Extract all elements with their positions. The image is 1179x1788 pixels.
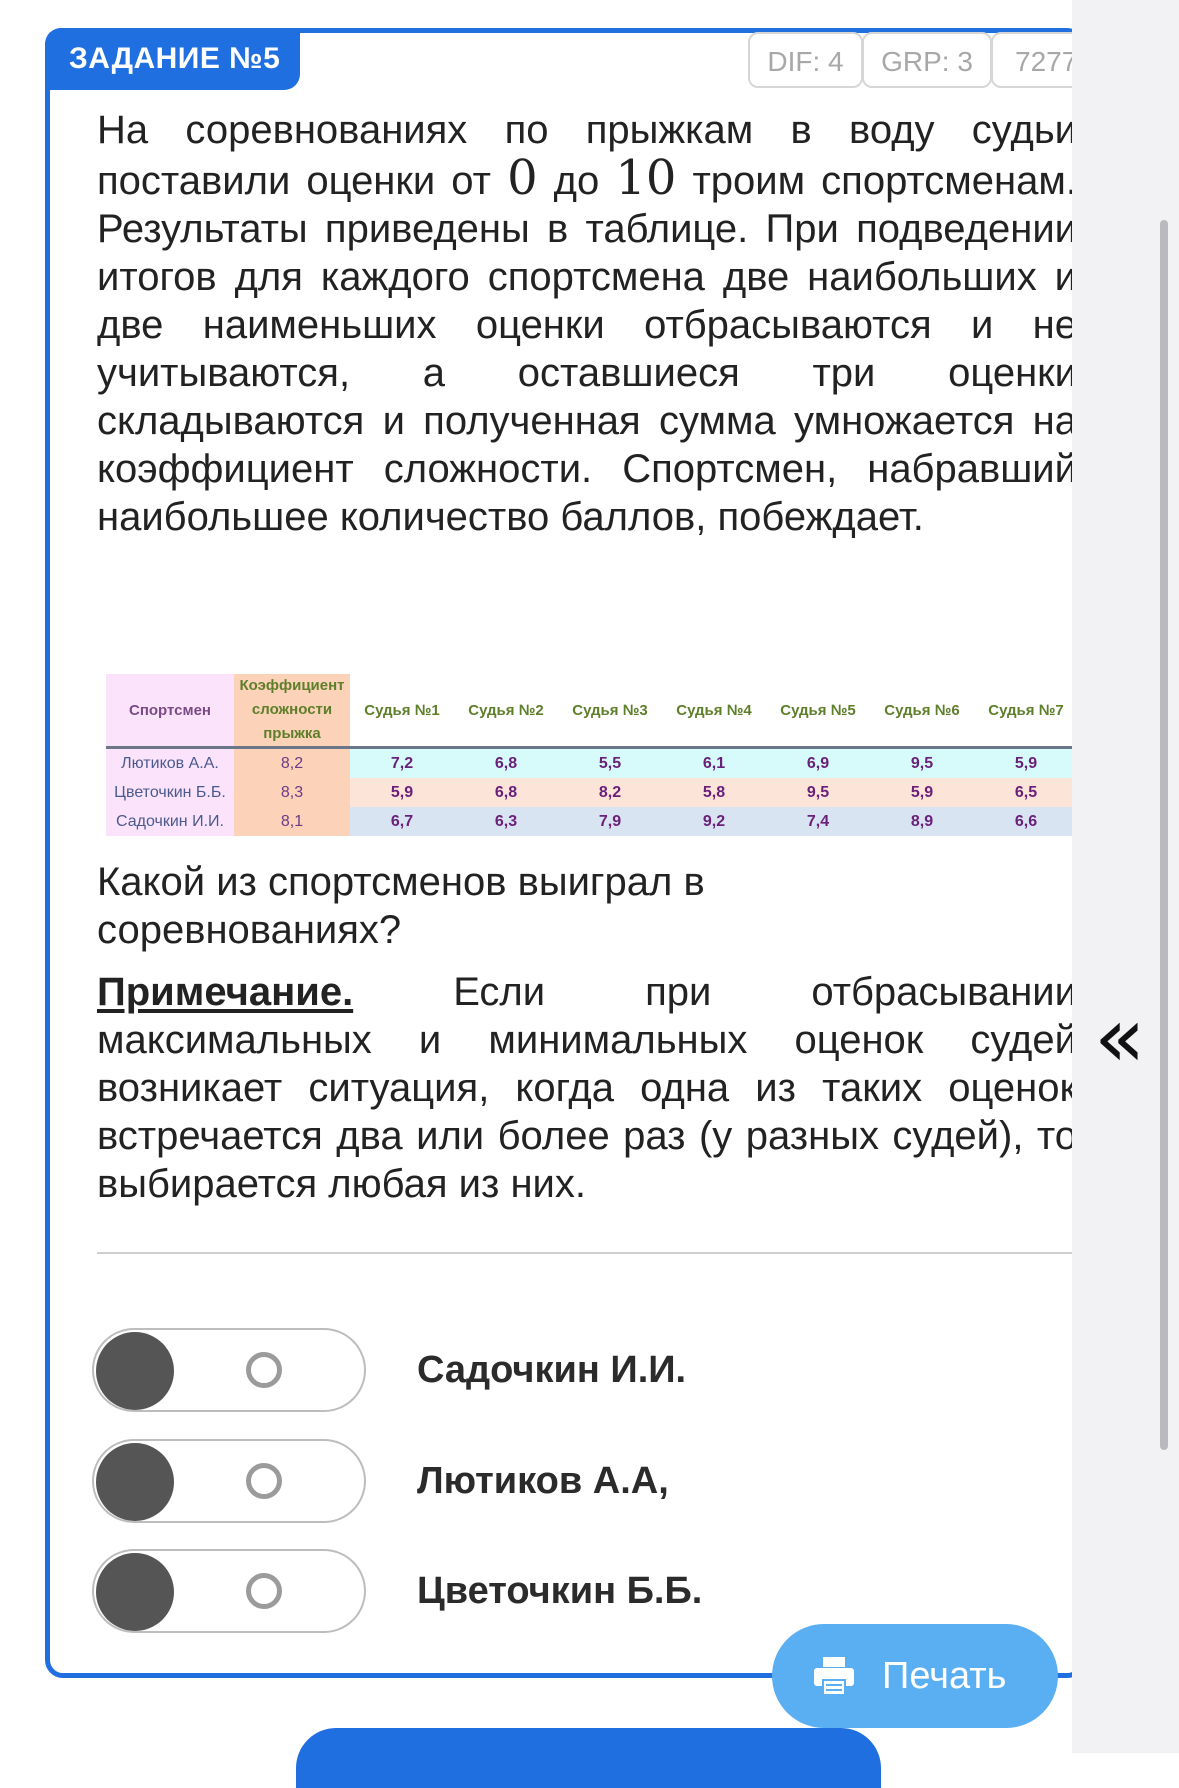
question-part-3: троим спортсменам. Результаты приведены …: [97, 159, 1078, 539]
header-judge-5: Судья №5: [766, 674, 870, 748]
score-cell: 5,9: [350, 778, 454, 807]
score-cell: 6,5: [974, 778, 1078, 807]
score-cell: 6,8: [454, 747, 558, 778]
header-judge-2: Судья №2: [454, 674, 558, 748]
option-toggle-1[interactable]: [92, 1328, 366, 1412]
score-cell: 7,9: [558, 807, 662, 836]
score-cell: 6,1: [662, 747, 766, 778]
score-cell: 6,6: [974, 807, 1078, 836]
radio-circle-icon: [246, 1463, 282, 1499]
header-coefficient: Коэффициент сложности прыжка: [234, 674, 350, 748]
range-max: 10: [615, 150, 677, 206]
score-cell: 5,8: [662, 778, 766, 807]
table-row: Цветочкин Б.Б. 8,3 5,9 6,8 8,2 5,8 9,5 5…: [106, 778, 1078, 807]
header-athlete: Спортсмен: [106, 674, 234, 748]
score-cell: 7,2: [350, 747, 454, 778]
printer-icon: [814, 1657, 854, 1696]
score-cell: 9,2: [662, 807, 766, 836]
coefficient-cell: 8,3: [234, 778, 350, 807]
score-cell: 9,5: [870, 747, 974, 778]
coefficient-cell: 8,1: [234, 807, 350, 836]
option-label-3[interactable]: Цветочкин Б.Б.: [417, 1567, 702, 1615]
note-block: Примечание. Если при отбрасывании максим…: [97, 968, 1077, 1208]
radio-circle-icon: [246, 1573, 282, 1609]
score-cell: 8,9: [870, 807, 974, 836]
athlete-name: Садочкин И.И.: [106, 807, 234, 836]
group-badge: GRP: 3: [862, 32, 992, 88]
table-header-row: Спортсмен Коэффициент сложности прыжка С…: [106, 674, 1078, 748]
radio-circle-icon: [246, 1352, 282, 1388]
coefficient-cell: 8,2: [234, 747, 350, 778]
task-title: ЗАДАНИЕ №5: [45, 28, 300, 90]
option-toggle-3[interactable]: [92, 1549, 366, 1633]
note-label: Примечание.: [97, 970, 354, 1014]
score-cell: 8,2: [558, 778, 662, 807]
table-row: Лютиков А.А. 8,2 7,2 6,8 5,5 6,1 6,9 9,5…: [106, 747, 1078, 778]
scrollbar-thumb[interactable]: [1160, 220, 1168, 1450]
option-label-1[interactable]: Садочкин И.И.: [417, 1346, 686, 1394]
header-judge-4: Судья №4: [662, 674, 766, 748]
table-row: Садочкин И.И. 8,1 6,7 6,3 7,9 9,2 7,4 8,…: [106, 807, 1078, 836]
print-button[interactable]: Печать: [772, 1624, 1058, 1728]
double-chevron-left-icon[interactable]: «: [1094, 995, 1145, 1079]
header-judge-7: Судья №7: [974, 674, 1078, 748]
divider: [97, 1252, 1072, 1254]
athlete-name: Лютиков А.А.: [106, 747, 234, 778]
toggle-knob: [96, 1553, 174, 1631]
score-cell: 5,5: [558, 747, 662, 778]
athlete-name: Цветочкин Б.Б.: [106, 778, 234, 807]
score-cell: 9,5: [766, 778, 870, 807]
score-cell: 6,7: [350, 807, 454, 836]
toggle-knob: [96, 1332, 174, 1410]
score-cell: 6,3: [454, 807, 558, 836]
score-cell: 6,8: [454, 778, 558, 807]
question-text: На соревнованиях по прыжкам в воду судьи…: [97, 106, 1077, 541]
scores-table: Спортсмен Коэффициент сложности прыжка С…: [106, 674, 1078, 836]
header-judge-6: Судья №6: [870, 674, 974, 748]
question-part-2: до: [537, 159, 616, 203]
header-judge-1: Судья №1: [350, 674, 454, 748]
question-prompt: Какой из спортсменов выиграл в соревнова…: [97, 860, 705, 952]
toggle-knob: [96, 1443, 174, 1521]
option-label-2[interactable]: Лютиков А.А,: [417, 1457, 669, 1505]
difficulty-badge: DIF: 4: [748, 32, 863, 88]
option-toggle-2[interactable]: [92, 1439, 366, 1523]
header-judge-3: Судья №3: [558, 674, 662, 748]
bottom-action-button[interactable]: [296, 1728, 881, 1788]
range-min: 0: [507, 150, 538, 206]
score-cell: 5,9: [870, 778, 974, 807]
score-cell: 6,9: [766, 747, 870, 778]
print-button-label: Печать: [882, 1655, 1007, 1697]
score-cell: 7,4: [766, 807, 870, 836]
score-cell: 5,9: [974, 747, 1078, 778]
